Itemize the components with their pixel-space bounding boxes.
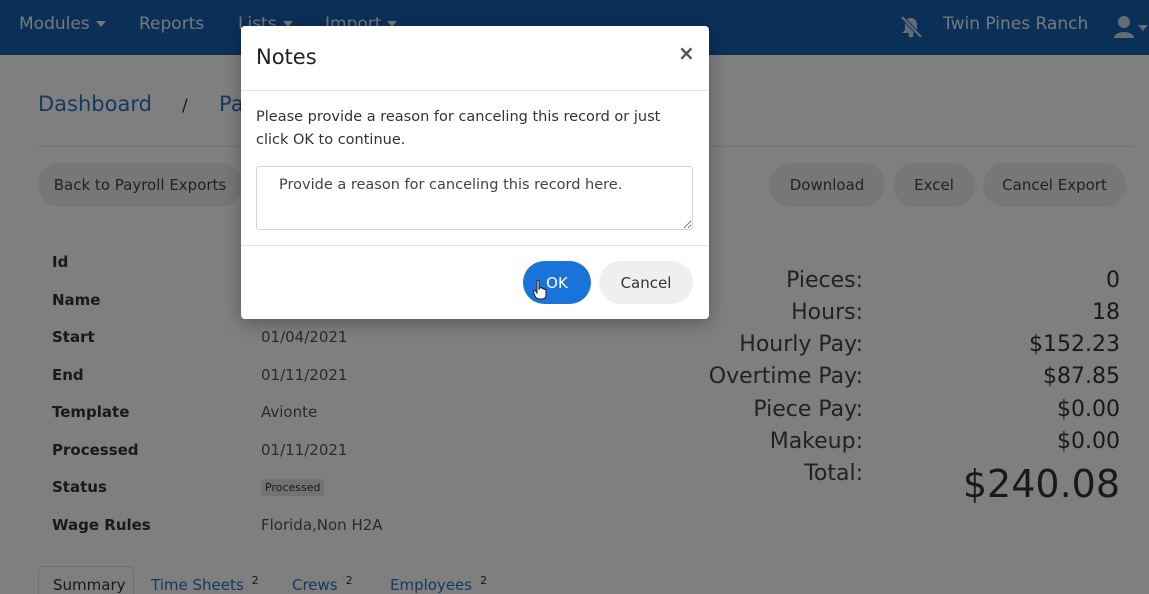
hand-pointer-icon bbox=[533, 280, 547, 300]
close-icon[interactable]: × bbox=[678, 41, 695, 65]
notes-modal: Notes × Please provide a reason for canc… bbox=[241, 26, 709, 319]
modal-footer-divider bbox=[241, 245, 709, 246]
modal-message: Please provide a reason for canceling th… bbox=[256, 109, 661, 148]
modal-header-divider bbox=[241, 90, 709, 91]
cancel-button[interactable]: Cancel bbox=[599, 261, 693, 304]
modal-title: Notes bbox=[256, 45, 317, 69]
reason-textarea[interactable]: Provide a reason for canceling this reco… bbox=[256, 166, 693, 230]
